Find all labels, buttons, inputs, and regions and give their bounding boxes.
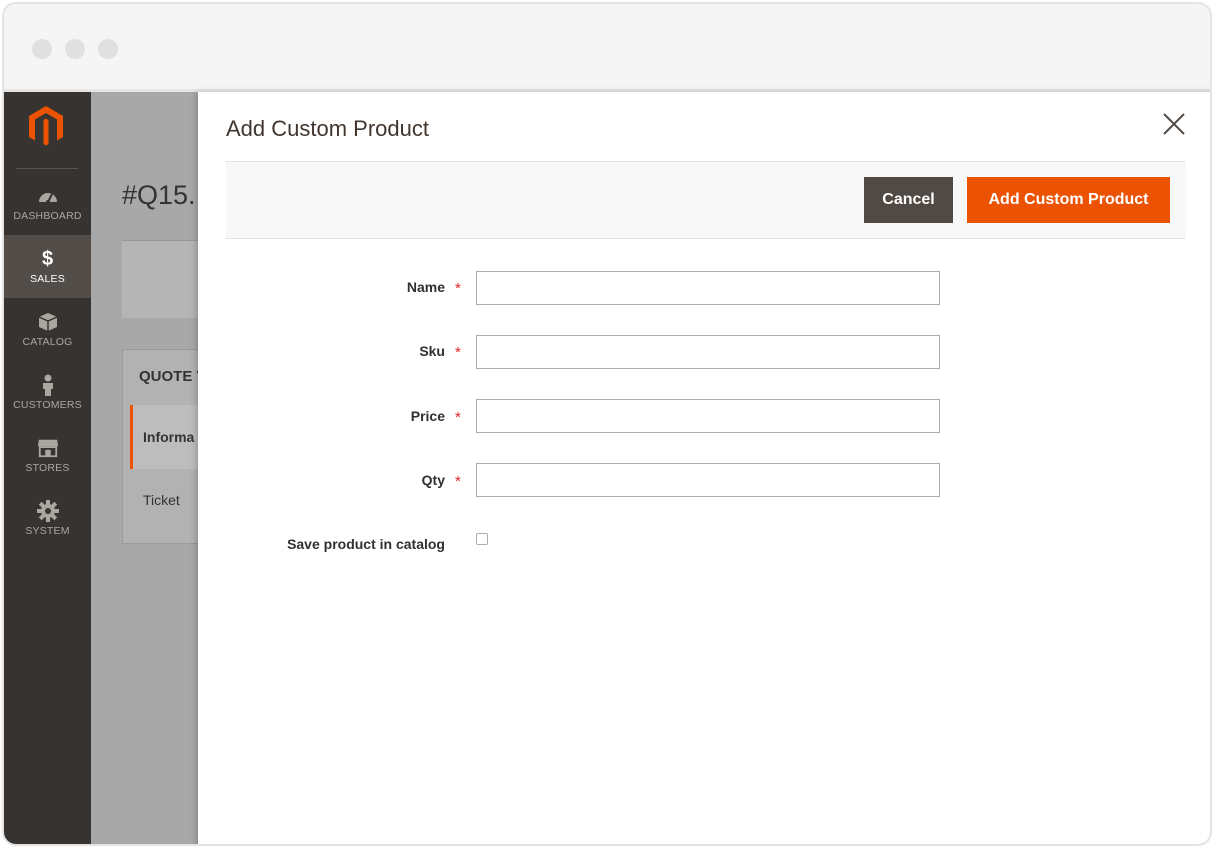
name-input[interactable]: [476, 271, 940, 305]
window-maximize-dot[interactable]: [98, 39, 118, 59]
add-custom-product-button[interactable]: Add Custom Product: [967, 177, 1170, 223]
required-marker: *: [455, 473, 461, 490]
gear-icon: [36, 500, 59, 522]
sidebar-item-label: CUSTOMERS: [13, 399, 82, 411]
name-label: Name: [406, 279, 445, 295]
dollar-icon: $: [41, 247, 54, 270]
sidebar-item-label: CATALOG: [22, 336, 73, 348]
sidebar-item-sales[interactable]: $ SALES: [4, 235, 91, 298]
price-label: Price: [410, 408, 445, 424]
sidebar-item-label: SALES: [30, 273, 65, 285]
close-icon[interactable]: [1162, 112, 1186, 136]
sidebar-item-label: STORES: [25, 462, 70, 474]
window-close-dot[interactable]: [32, 39, 52, 59]
modal-actions-bar: Cancel Add Custom Product: [226, 161, 1186, 239]
sku-label: Sku: [419, 343, 445, 359]
tab-ticket[interactable]: Ticket: [143, 492, 180, 508]
page-title: #Q15.: [122, 180, 196, 210]
cancel-button[interactable]: Cancel: [864, 177, 953, 223]
window-minimize-dot[interactable]: [65, 39, 85, 59]
required-marker: *: [455, 344, 461, 361]
qty-input[interactable]: [476, 463, 940, 497]
save-in-catalog-checkbox[interactable]: [476, 533, 488, 545]
sidebar-item-system[interactable]: SYSTEM: [4, 487, 91, 550]
sidebar-item-label: SYSTEM: [25, 525, 70, 537]
person-icon: [37, 374, 59, 396]
box-icon: [37, 311, 59, 333]
qty-label: Qty: [421, 472, 445, 488]
required-marker: *: [455, 409, 461, 426]
sidebar-item-dashboard[interactable]: DASHBOARD: [4, 172, 91, 235]
dashboard-gauge-icon: [37, 185, 59, 207]
add-custom-product-modal: Add Custom Product Cancel Add Custom Pro…: [198, 92, 1210, 844]
save-in-catalog-label: Save product in catalog: [287, 536, 445, 552]
storefront-icon: [37, 437, 59, 459]
modal-title: Add Custom Product: [226, 116, 429, 141]
sidebar-item-catalog[interactable]: CATALOG: [4, 298, 91, 361]
browser-window: DASHBOARD $ SALES CATALOG CUSTOMERS STOR…: [2, 2, 1212, 846]
sidebar-item-label: DASHBOARD: [13, 210, 82, 222]
magento-logo-icon[interactable]: [26, 104, 66, 148]
sidebar-divider: [16, 168, 78, 169]
admin-sidebar: DASHBOARD $ SALES CATALOG CUSTOMERS STOR…: [4, 92, 91, 844]
browser-titlebar: [4, 4, 1210, 92]
required-marker: *: [455, 280, 461, 297]
quote-view-heading: QUOTE V: [139, 368, 207, 385]
price-input[interactable]: [476, 399, 940, 433]
sidebar-item-stores[interactable]: STORES: [4, 424, 91, 487]
tab-information-label: Informa: [143, 429, 195, 445]
sku-input[interactable]: [476, 335, 940, 369]
sidebar-item-customers[interactable]: CUSTOMERS: [4, 361, 91, 424]
